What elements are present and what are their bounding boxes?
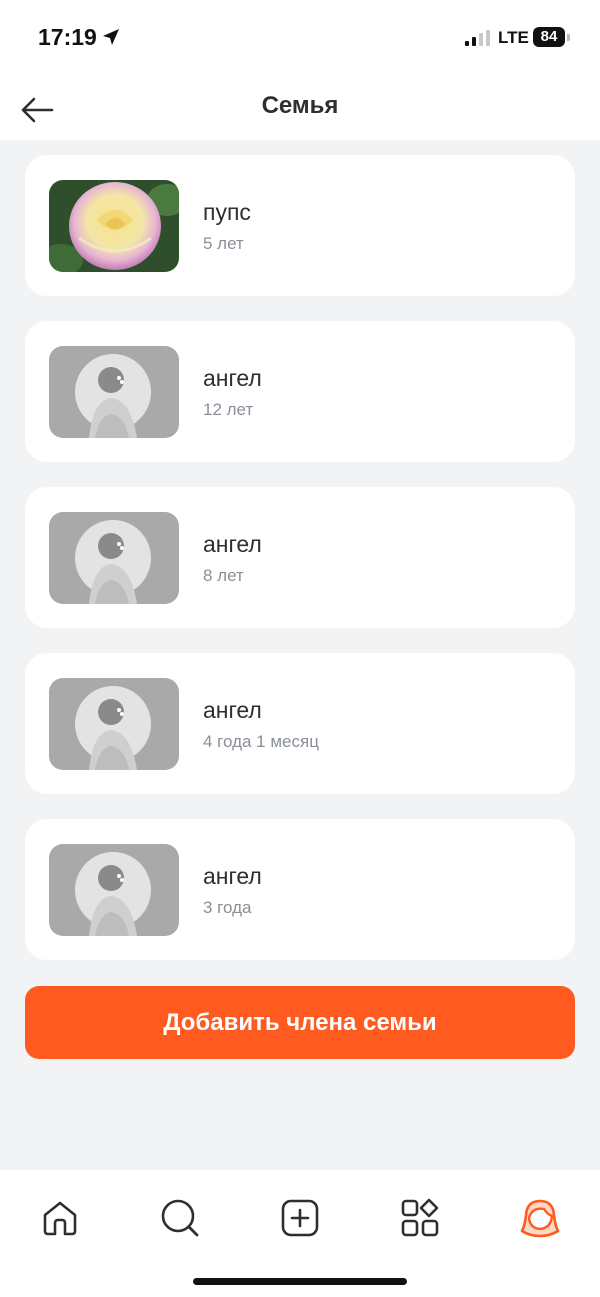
member-photo <box>49 844 179 936</box>
member-age: 8 лет <box>203 566 244 585</box>
network-type: LTE <box>498 28 529 47</box>
member-card[interactable]: ангел 4 года 1 месяц <box>25 653 575 794</box>
member-card[interactable]: ангел 3 года <box>25 819 575 960</box>
member-photo <box>49 180 179 272</box>
tab-add[interactable] <box>270 1188 330 1248</box>
member-age: 12 лет <box>203 400 254 419</box>
member-name: ангел <box>203 697 262 723</box>
member-name: ангел <box>203 863 262 889</box>
add-family-member-button[interactable]: Добавить члена семьи <box>25 986 575 1059</box>
home-indicator[interactable] <box>193 1278 407 1285</box>
member-photo <box>49 346 179 438</box>
member-card[interactable]: ангел 12 лет <box>25 321 575 462</box>
catalog-icon <box>401 1198 439 1237</box>
child-photo-icon <box>49 678 179 770</box>
battery-cap <box>567 34 570 41</box>
member-age: 3 года <box>203 898 252 917</box>
member-name: ангел <box>203 365 262 391</box>
tab-search[interactable] <box>150 1188 210 1248</box>
cellular-signal-icon <box>465 30 490 46</box>
family-member-list: пупс 5 лет ангел 12 лет ангел 8 лет анге… <box>25 155 575 985</box>
profile-icon <box>520 1199 560 1238</box>
location-arrow-icon <box>103 29 119 45</box>
child-photo-icon <box>49 844 179 936</box>
page-title: Семья <box>261 92 339 119</box>
member-card[interactable]: ангел 8 лет <box>25 487 575 628</box>
member-photo <box>49 678 179 770</box>
home-icon <box>43 1201 77 1236</box>
battery-icon: 84 <box>533 27 565 47</box>
rose-photo-icon <box>49 180 179 272</box>
member-name: ангел <box>203 531 262 557</box>
member-photo <box>49 512 179 604</box>
tab-catalog[interactable] <box>390 1188 450 1248</box>
child-photo-icon <box>49 512 179 604</box>
status-bar: 17:19 LTE 84 <box>0 0 600 72</box>
member-name: пупс <box>203 199 251 225</box>
status-time: 17:19 <box>38 24 97 50</box>
tab-home[interactable] <box>30 1188 90 1248</box>
member-age: 5 лет <box>203 234 244 253</box>
child-photo-icon <box>49 346 179 438</box>
tab-profile[interactable] <box>510 1188 570 1248</box>
member-card[interactable]: пупс 5 лет <box>25 155 575 296</box>
add-icon <box>281 1199 319 1237</box>
nav-bar: Семья <box>0 72 600 140</box>
member-age: 4 года 1 месяц <box>203 732 319 751</box>
search-icon <box>161 1199 199 1237</box>
